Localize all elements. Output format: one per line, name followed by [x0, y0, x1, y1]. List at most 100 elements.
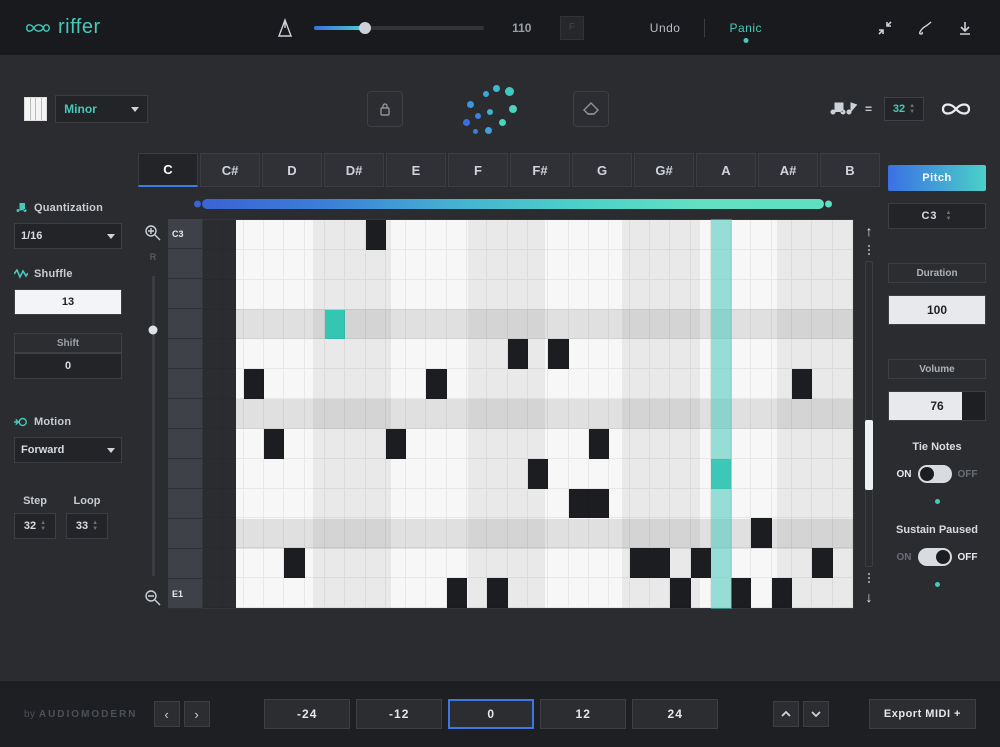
loop-value[interactable]: 33▲▼ [66, 513, 108, 539]
brand-text: riffer [58, 16, 101, 39]
next-button[interactable]: › [184, 701, 210, 727]
note[interactable] [447, 578, 467, 608]
note[interactable] [325, 310, 345, 340]
note[interactable] [792, 369, 812, 399]
note[interactable] [812, 548, 832, 578]
scroll-down-icon[interactable]: ↓ [866, 585, 873, 609]
lock-button[interactable] [367, 91, 403, 127]
download-icon[interactable] [954, 17, 976, 39]
root-tab-G[interactable]: G [572, 153, 632, 187]
row-label [168, 279, 202, 309]
shift-value[interactable]: 0 [14, 353, 122, 379]
note[interactable] [589, 489, 609, 519]
root-tab-C[interactable]: C [138, 153, 198, 187]
tie-on-label: ON [897, 469, 912, 480]
root-tab-D[interactable]: D [262, 153, 322, 187]
tie-off-label: OFF [958, 469, 978, 480]
brush-icon[interactable] [914, 17, 936, 39]
transpose--24[interactable]: -24 [264, 699, 350, 729]
row-label [168, 369, 202, 399]
root-tab-A[interactable]: A [696, 153, 756, 187]
transpose-0[interactable]: 0 [448, 699, 534, 729]
root-tab-Asharp[interactable]: A# [758, 153, 818, 187]
undo-button[interactable]: Undo [644, 21, 687, 35]
note[interactable] [691, 548, 711, 578]
note[interactable] [670, 578, 690, 608]
collapse-icon[interactable] [874, 17, 896, 39]
loop-label: Loop [66, 495, 108, 507]
note[interactable] [487, 578, 507, 608]
tempo-slider[interactable] [314, 26, 484, 30]
panic-button[interactable]: Panic [723, 21, 768, 35]
scale-select[interactable]: Minor [55, 95, 148, 123]
pitch-range-bar[interactable] [202, 199, 824, 209]
note[interactable] [508, 339, 528, 369]
metronome-icon[interactable] [274, 17, 296, 39]
steps-value[interactable]: 32 ▲▼ [884, 97, 924, 121]
zoom-reset[interactable]: R [150, 252, 157, 262]
row-label [168, 549, 202, 579]
volume-label: Volume [888, 359, 986, 379]
row-label [168, 399, 202, 429]
note[interactable] [426, 369, 446, 399]
note[interactable] [711, 459, 731, 489]
scroll-up-icon[interactable]: ↑ [866, 219, 873, 243]
root-tab-E[interactable]: E [386, 153, 446, 187]
note[interactable] [284, 548, 304, 578]
transpose-+24[interactable]: 24 [632, 699, 718, 729]
note[interactable] [366, 220, 386, 250]
tempo-value[interactable]: 110 [502, 21, 542, 35]
note[interactable] [264, 429, 284, 459]
sustain-on-label: ON [897, 552, 912, 563]
sync-toggle[interactable]: F [560, 16, 584, 40]
vertical-scrollbar[interactable] [865, 261, 873, 567]
root-tab-F[interactable]: F [448, 153, 508, 187]
piano-roll-grid[interactable] [202, 219, 854, 609]
note[interactable] [772, 578, 792, 608]
footer-credit: by AUDIOMODERN [24, 709, 138, 720]
erase-button[interactable] [573, 91, 609, 127]
zoom-out-icon[interactable] [145, 590, 161, 609]
volume-value[interactable]: 76 [888, 391, 986, 421]
note[interactable] [650, 548, 670, 578]
zoom-in-icon[interactable] [145, 225, 161, 244]
shuffle-value[interactable]: 13 [14, 289, 122, 315]
keyboard-icon[interactable] [24, 97, 47, 121]
sustain-toggle[interactable] [918, 548, 952, 566]
brand-icon [24, 18, 52, 38]
export-midi-button[interactable]: Export MIDI + [869, 699, 976, 729]
root-tab-Gsharp[interactable]: G# [634, 153, 694, 187]
root-tab-B[interactable]: B [820, 153, 880, 187]
root-tab-Dsharp[interactable]: D# [324, 153, 384, 187]
transpose-+12[interactable]: 12 [540, 699, 626, 729]
note[interactable] [548, 339, 568, 369]
zoom-slider[interactable] [152, 276, 155, 576]
note[interactable] [751, 518, 771, 548]
note[interactable] [589, 429, 609, 459]
note[interactable] [386, 429, 406, 459]
quantization-select[interactable]: 1/16 [14, 223, 122, 249]
brand: riffer [24, 16, 101, 39]
note[interactable] [731, 578, 751, 608]
pitch-value[interactable]: C3▲▼ [888, 203, 986, 229]
tie-notes-label: Tie Notes [888, 441, 986, 453]
octave-up-button[interactable] [773, 701, 799, 727]
note[interactable] [528, 459, 548, 489]
pitch-header: Pitch [888, 165, 986, 191]
root-tab-Csharp[interactable]: C# [200, 153, 260, 187]
row-label [168, 429, 202, 459]
octave-down-button[interactable] [803, 701, 829, 727]
note[interactable] [569, 489, 589, 519]
root-tab-Fsharp[interactable]: F# [510, 153, 570, 187]
step-value[interactable]: 32▲▼ [14, 513, 56, 539]
prev-button[interactable]: ‹ [154, 701, 180, 727]
note[interactable] [630, 548, 650, 578]
note[interactable] [244, 369, 264, 399]
tie-notes-toggle[interactable] [918, 465, 952, 483]
transpose--12[interactable]: -12 [356, 699, 442, 729]
infinity-toggle[interactable] [936, 96, 976, 122]
motion-select[interactable]: Forward [14, 437, 122, 463]
motion-label: Motion [14, 415, 138, 429]
duration-value[interactable]: 100 [888, 295, 986, 325]
randomize-button[interactable] [453, 79, 523, 139]
